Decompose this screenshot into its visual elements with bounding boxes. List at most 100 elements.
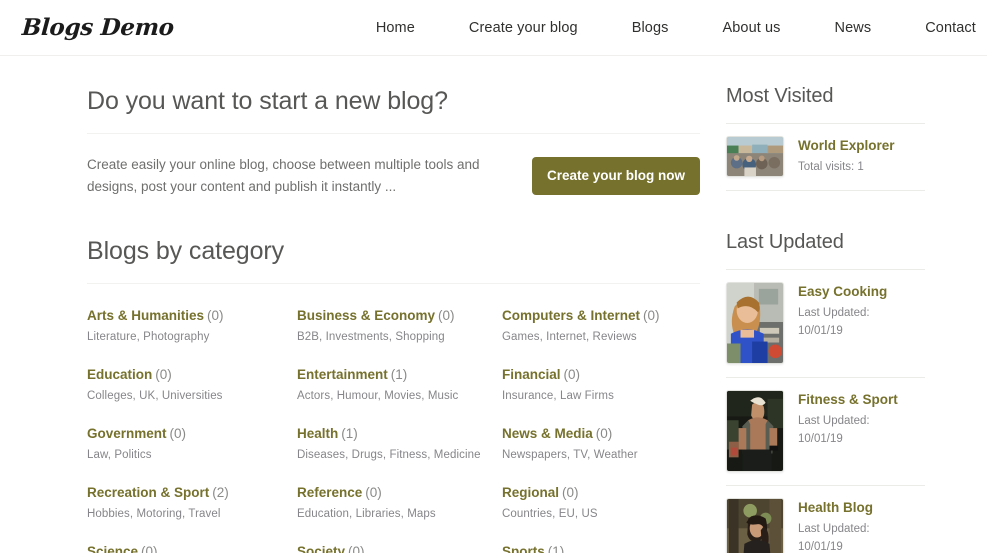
category-count: (0) — [438, 307, 455, 323]
category-link[interactable]: Financial — [502, 367, 561, 382]
category-link[interactable]: Government — [87, 426, 167, 441]
category-link[interactable]: Computers & Internet — [502, 308, 640, 323]
hero-section: Do you want to start a new blog? Create … — [87, 86, 700, 198]
category-item: News & Media (0) Newspapers, TV, Weather — [502, 425, 702, 461]
category-link[interactable]: News & Media — [502, 426, 593, 441]
create-blog-now-button[interactable]: Create your blog now — [531, 157, 700, 195]
category-link[interactable]: Regional — [502, 485, 559, 500]
list-item[interactable]: Easy Cooking Last Updated: 10/01/19 — [726, 270, 925, 378]
category-link[interactable]: Society — [297, 544, 345, 553]
hero-description: Create easily your online blog, choose b… — [87, 157, 480, 194]
list-item-meta: Health Blog Last Updated: 10/01/19 — [784, 498, 873, 553]
nav-item-about-us[interactable]: About us — [696, 14, 808, 42]
most-visited-title: Most Visited — [726, 85, 834, 107]
category-count: (0) — [562, 484, 579, 500]
category-subtitle: Diseases, Drugs, Fitness, Medicine — [297, 448, 481, 461]
categories-divider — [87, 282, 700, 284]
category-subtitle: B2B, Investments, Shopping — [297, 330, 445, 343]
category-count: (0) — [643, 307, 660, 323]
category-subtitle: Literature, Photography — [87, 330, 210, 343]
hero-divider — [87, 133, 700, 134]
nav-item-blogs[interactable]: Blogs — [605, 14, 696, 42]
category-count: (2) — [212, 484, 229, 500]
blog-link[interactable]: Easy Cooking — [798, 284, 887, 299]
category-item: Society(0) Environment, People — [297, 543, 502, 553]
category-item: Computers & Internet (0) Games, Internet,… — [502, 307, 702, 343]
sidebar: Most Visited World Explorer Total visits… — [700, 56, 987, 553]
category-count: (1) — [547, 543, 565, 553]
category-item: Financial (0) Insurance, Law Firms — [502, 366, 702, 402]
athlete-photo-thumbnail[interactable] — [726, 390, 784, 472]
categories-section: Blogs by category Arts & Humanities (0) L… — [87, 236, 700, 553]
list-item[interactable]: Health Blog Last Updated: 10/01/19 — [726, 486, 925, 553]
last-updated-value: 10/01/19 — [798, 432, 843, 445]
category-item: Recreation & Sport (2) Hobbies, Motoring,… — [87, 484, 297, 520]
category-link[interactable]: Education — [87, 367, 152, 382]
page-body: Do you want to start a new blog? Create … — [0, 56, 987, 553]
woman-outdoors-photo-thumbnail[interactable] — [726, 498, 784, 553]
category-count: (0) — [141, 543, 158, 553]
category-count: (0) — [169, 425, 187, 441]
category-subtitle: Colleges, UK, Universities — [87, 389, 223, 402]
categories-title: Blogs by category — [87, 236, 285, 265]
category-subtitle: Newspapers, TV, Weather — [502, 448, 638, 461]
category-subtitle: Countries, EU, US — [502, 507, 598, 520]
blog-link[interactable]: World Explorer — [798, 138, 895, 153]
category-link[interactable]: Sports — [502, 544, 545, 553]
list-item[interactable]: Fitness & Sport Last Updated: 10/01/19 — [726, 378, 925, 486]
category-count: (0) — [595, 425, 613, 441]
category-count: (0) — [348, 543, 365, 553]
last-updated-meta: Last Updated: 10/01/19 — [798, 521, 873, 553]
list-item-meta: Easy Cooking Last Updated: 10/01/19 — [784, 282, 887, 364]
nav-item-home[interactable]: Home — [349, 14, 442, 42]
main-content: Do you want to start a new blog? Create … — [0, 56, 700, 553]
category-grid: Arts & Humanities (0) Literature, Photogr… — [87, 307, 700, 553]
category-subtitle: Actors, Humour, Movies, Music — [297, 389, 459, 402]
category-count: (1) — [390, 366, 408, 382]
category-link[interactable]: Arts & Humanities — [87, 308, 204, 323]
nav-item-create-your-blog[interactable]: Create your blog — [442, 14, 605, 42]
nav-item-news[interactable]: News — [808, 14, 899, 42]
hero-title: Do you want to start a new blog? — [87, 87, 448, 115]
list-item[interactable]: World Explorer Total visits: 1 — [726, 124, 925, 191]
site-logo[interactable]: Blogs Demo — [17, 14, 175, 41]
blog-link[interactable]: Fitness & Sport — [798, 392, 898, 407]
list-item-meta: World Explorer Total visits: 1 — [784, 136, 895, 177]
category-count: (1) — [341, 425, 358, 441]
category-item: Sports(1) Baseball, Basketball, Soccer — [502, 543, 702, 553]
category-link[interactable]: Entertainment — [297, 367, 388, 382]
category-count: (0) — [155, 366, 172, 382]
last-updated-title: Last Updated — [726, 231, 844, 253]
category-subtitle: Hobbies, Motoring, Travel — [87, 507, 221, 520]
visits-count: Total visits: 1 — [798, 161, 864, 173]
category-subtitle: Law, Politics — [87, 448, 152, 461]
category-item: Business & Economy (0) B2B, Investments, … — [297, 307, 502, 343]
last-updated-label: Last Updated: — [798, 523, 870, 535]
woman-cooking-photo-thumbnail[interactable] — [726, 282, 784, 364]
main-navigation: Home Create your blog Blogs About us New… — [349, 14, 987, 42]
nav-item-contact[interactable]: Contact — [898, 14, 987, 42]
last-updated-meta: Last Updated: 10/01/19 — [798, 413, 898, 449]
category-item: Education (0) Colleges, UK, Universities — [87, 366, 297, 402]
category-item: Arts & Humanities (0) Literature, Photogr… — [87, 307, 297, 343]
category-link[interactable]: Business & Economy — [297, 308, 435, 323]
category-link[interactable]: Science — [87, 544, 138, 553]
last-updated-meta: Last Updated: 10/01/19 — [798, 305, 887, 341]
category-link[interactable]: Reference — [297, 485, 362, 500]
category-count: (0) — [207, 307, 224, 323]
site-header: Blogs Demo Home Create your blog Blogs A… — [0, 0, 987, 56]
last-updated-value: 10/01/19 — [798, 540, 843, 553]
category-item: Reference (0) Education, Libraries, Maps — [297, 484, 502, 520]
category-count: (0) — [365, 484, 382, 500]
street-crowd-photo-thumbnail[interactable] — [726, 136, 784, 177]
category-link[interactable]: Recreation & Sport — [87, 485, 209, 500]
category-item: Regional (0) Countries, EU, US — [502, 484, 702, 520]
last-updated-label: Last Updated: — [798, 307, 870, 319]
last-updated-label: Last Updated: — [798, 415, 870, 427]
category-item: Government (0) Law, Politics — [87, 425, 297, 461]
category-link[interactable]: Health — [297, 426, 338, 441]
blog-link[interactable]: Health Blog — [798, 500, 873, 515]
category-item: Health (1) Diseases, Drugs, Fitness, Medi… — [297, 425, 502, 461]
category-subtitle: Education, Libraries, Maps — [297, 507, 436, 520]
category-subtitle: Insurance, Law Firms — [502, 389, 614, 402]
